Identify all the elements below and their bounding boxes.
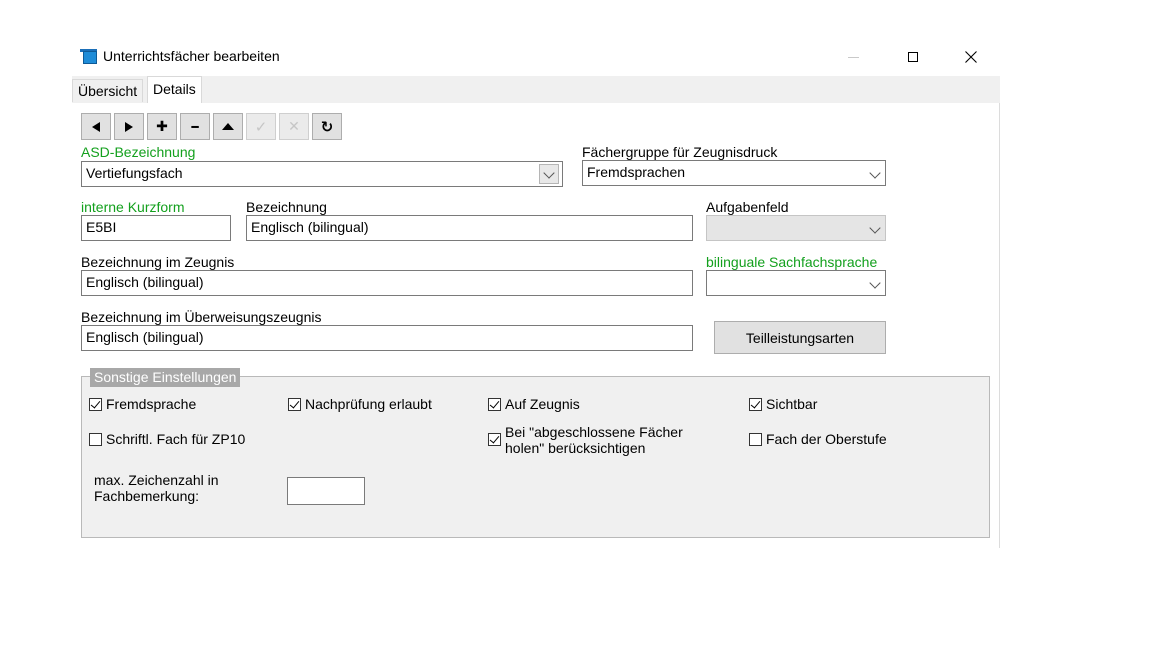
maximize-button[interactable]	[890, 40, 936, 74]
group-title: Sonstige Einstellungen	[90, 368, 241, 387]
max-zeichenzahl-input[interactable]	[287, 477, 365, 505]
sichtbar-label: Sichtbar	[766, 396, 818, 412]
bezeichnung-ueberweisung-label: Bezeichnung im Überweisungszeugnis	[81, 309, 322, 325]
bezeichnung-zeugnis-input[interactable]: Englisch (bilingual)	[81, 270, 693, 296]
refresh-button[interactable]: ↻	[312, 113, 342, 140]
faechergruppe-label: Fächergruppe für Zeugnisdruck	[582, 144, 778, 160]
auf-zeugnis-label: Auf Zeugnis	[505, 396, 580, 412]
oberstufe-checkbox[interactable]: Fach der Oberstufe	[749, 431, 887, 447]
chevron-down-icon	[869, 222, 881, 234]
sichtbar-checkbox[interactable]: Sichtbar	[749, 396, 817, 412]
cancel-button[interactable]: ✕	[279, 113, 309, 140]
minus-icon: ━	[191, 119, 199, 134]
bezeichnung-zeugnis-label: Bezeichnung im Zeugnis	[81, 254, 235, 270]
schriftl-zp10-label: Schriftl. Fach für ZP10	[106, 431, 246, 447]
triangle-right-icon	[125, 121, 133, 132]
faechergruppe-combo[interactable]: Fremdsprachen	[582, 160, 886, 186]
x-icon: ✕	[288, 118, 300, 135]
max-zeichenzahl-label: max. Zeichenzahl in Fachbemerkung:	[94, 472, 219, 504]
next-button[interactable]	[114, 113, 144, 140]
abgeschlossene-line1: Bei "abgeschlossene Fächer	[505, 424, 683, 440]
max-zeichen-line1: max. Zeichenzahl in	[94, 472, 219, 488]
auf-zeugnis-checkbox[interactable]: Auf Zeugnis	[488, 396, 580, 412]
checkbox-unchecked-icon	[749, 433, 762, 446]
bezeichnung-ueberweisung-input[interactable]: Englisch (bilingual)	[81, 325, 693, 351]
aufgabenfeld-label: Aufgabenfeld	[706, 199, 789, 215]
tab-strip: Übersicht Details	[72, 76, 1000, 103]
triangle-left-icon	[92, 121, 100, 132]
chevron-down-icon	[869, 167, 881, 179]
teilleistungsarten-button[interactable]: Teilleistungsarten	[714, 321, 886, 354]
chevron-down-icon	[543, 167, 555, 179]
abgeschlossene-line2: holen" berücksichtigen	[505, 440, 646, 456]
checkbox-checked-icon	[749, 398, 762, 411]
checkbox-checked-icon	[488, 433, 501, 446]
schriftl-zp10-checkbox[interactable]: Schriftl. Fach für ZP10	[89, 431, 245, 447]
fremdsprache-checkbox[interactable]: Fremdsprache	[89, 396, 196, 412]
plus-icon: ✚	[156, 118, 168, 135]
check-icon: ✓	[254, 117, 268, 136]
asd-dropdown-button[interactable]	[539, 164, 559, 184]
nachpruefung-checkbox[interactable]: Nachprüfung erlaubt	[288, 396, 432, 412]
fremdsprache-label: Fremdsprache	[106, 396, 197, 412]
confirm-button[interactable]: ✓	[246, 113, 276, 140]
asd-bezeichnung-label: ASD-Bezeichnung	[81, 144, 196, 160]
nachpruefung-label: Nachprüfung erlaubt	[305, 396, 432, 412]
close-icon	[965, 51, 977, 63]
tab-details[interactable]: Details	[147, 76, 202, 103]
app-icon	[80, 49, 97, 64]
faechergruppe-value: Fremdsprachen	[587, 164, 686, 180]
checkbox-checked-icon	[288, 398, 301, 411]
asd-bezeichnung-combo[interactable]: Vertiefungsfach	[81, 161, 563, 187]
remove-button[interactable]: ━	[180, 113, 210, 140]
bilinguale-sachfachsprache-label: bilinguale Sachfachsprache	[706, 254, 878, 270]
bezeichnung-input[interactable]: Englisch (bilingual)	[246, 215, 693, 241]
add-button[interactable]: ✚	[147, 113, 177, 140]
interne-kurzform-label: interne Kurzform	[81, 199, 185, 215]
tab-uebersicht[interactable]: Übersicht	[72, 79, 144, 102]
abgeschlossene-faecher-checkbox[interactable]: Bei "abgeschlossene Fächer holen" berück…	[488, 424, 683, 456]
asd-bezeichnung-value: Vertiefungsfach	[86, 165, 183, 181]
checkbox-checked-icon	[89, 398, 102, 411]
close-button[interactable]	[948, 40, 994, 74]
window-title: Unterrichtsfächer bearbeiten	[103, 48, 280, 64]
record-toolbar: ✚ ━ ✓ ✕ ↻	[81, 113, 342, 140]
maximize-icon	[908, 52, 918, 62]
minimize-icon	[847, 56, 859, 58]
sonstige-einstellungen-group: Sonstige Einstellungen Fremdsprache Nach…	[81, 368, 990, 538]
checkbox-checked-icon	[488, 398, 501, 411]
refresh-icon: ↻	[320, 117, 334, 136]
abgeschlossene-faecher-label: Bei "abgeschlossene Fächer holen" berück…	[505, 424, 683, 456]
max-zeichen-line2: Fachbemerkung:	[94, 488, 200, 504]
details-panel: ✚ ━ ✓ ✕ ↻ ASD-Bezeichnung Vertiefungsfac…	[72, 103, 1000, 548]
oberstufe-label: Fach der Oberstufe	[766, 431, 887, 447]
first-button[interactable]	[213, 113, 243, 140]
chevron-down-icon	[869, 277, 881, 289]
aufgabenfeld-combo[interactable]	[706, 215, 886, 241]
minimize-button[interactable]	[830, 40, 876, 74]
previous-button[interactable]	[81, 113, 111, 140]
bilinguale-sachfachsprache-combo[interactable]	[706, 270, 886, 296]
bezeichnung-label: Bezeichnung	[246, 199, 327, 215]
main-window: Unterrichtsfächer bearbeiten Übersicht D…	[72, 38, 1000, 548]
triangle-up-icon	[222, 123, 234, 130]
interne-kurzform-input[interactable]: E5BI	[81, 215, 231, 241]
checkbox-unchecked-icon	[89, 433, 102, 446]
